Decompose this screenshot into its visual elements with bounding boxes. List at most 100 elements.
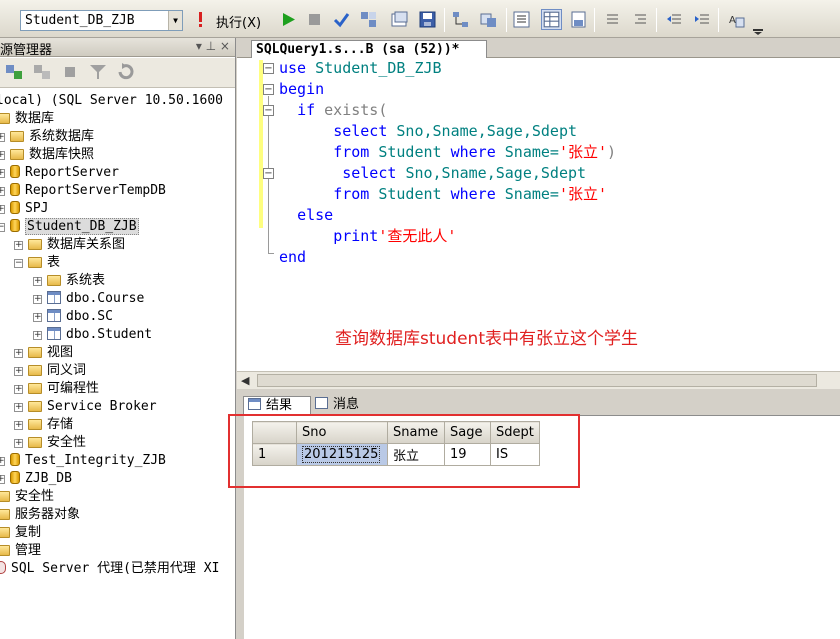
display-plan-icon[interactable] [391, 11, 408, 28]
tree-node[interactable]: SQL Server 代理(已禁用代理 XI [0, 560, 219, 578]
stop-icon[interactable] [60, 63, 80, 81]
tree-node[interactable]: local) (SQL Server 10.50.1600 [0, 92, 223, 110]
toolbar-overflow-icon[interactable] [752, 20, 764, 36]
tree-node-label: 系统数据库 [29, 129, 95, 144]
increase-indent-icon[interactable] [694, 11, 711, 28]
expand-icon[interactable]: + [33, 313, 42, 322]
tree-node[interactable]: + Service Broker [14, 398, 157, 416]
tab-results[interactable]: 结果 [243, 396, 311, 416]
chevron-down-icon[interactable]: ▼ [168, 11, 182, 30]
disconnect-icon[interactable] [32, 63, 52, 81]
folder-icon [0, 113, 10, 124]
keyword-print: print [333, 227, 379, 245]
expand-icon[interactable]: + [33, 331, 42, 340]
code-line-3: if exists( [279, 100, 387, 121]
sql-query-editor[interactable]: − − − − use Student_DB_ZJB begin if exis… [237, 58, 840, 371]
expand-icon[interactable]: + [0, 133, 5, 142]
tree-node[interactable]: + 系统表 [33, 272, 105, 290]
expand-icon[interactable]: + [14, 385, 23, 394]
expand-icon[interactable]: + [0, 475, 5, 484]
save-icon[interactable] [419, 11, 436, 28]
database-icon [10, 165, 20, 178]
collapse-icon[interactable]: − [0, 223, 5, 232]
string-literal: '张立' [558, 185, 608, 203]
tree-node[interactable]: + dbo.Student [33, 326, 152, 344]
tree-node[interactable]: + 可编程性 [14, 380, 99, 398]
tree-node[interactable]: + ReportServerTempDB [0, 182, 166, 200]
expand-icon[interactable]: + [0, 205, 5, 214]
tree-node[interactable]: + dbo.SC [33, 308, 113, 326]
identifier: Sname= [504, 185, 559, 203]
tree-node-label: 数据库关系图 [47, 237, 126, 252]
tree-node[interactable]: + 视图 [14, 344, 73, 362]
tree-node[interactable]: + ZJB_DB [0, 470, 72, 488]
expand-icon[interactable]: + [14, 241, 23, 250]
parse-check-icon[interactable] [333, 11, 350, 28]
tree-node[interactable]: + 系统数据库 [0, 128, 94, 146]
tree-node[interactable]: 数据库 [0, 110, 54, 128]
uncomment-lines-icon[interactable] [632, 11, 649, 28]
comment-lines-icon[interactable] [604, 11, 621, 28]
results-to-text-icon[interactable] [513, 11, 530, 28]
code-line-4: select Sno,Sname,Sage,Sdept [279, 121, 577, 142]
editor-horizontal-scrollbar[interactable]: ◀ [237, 371, 840, 389]
expand-icon[interactable]: + [14, 439, 23, 448]
fold-collapse-icon[interactable]: − [263, 105, 274, 116]
tree-node[interactable]: + 数据库快照 [0, 146, 94, 164]
tree-node[interactable]: − 表 [14, 254, 60, 272]
tree-node[interactable]: + 存储 [14, 416, 73, 434]
refresh-icon[interactable] [116, 63, 136, 81]
query-designer-icon[interactable] [360, 11, 377, 28]
fold-collapse-icon[interactable]: − [263, 84, 274, 95]
tree-node[interactable]: − Student_DB_ZJB [0, 218, 139, 236]
client-statistics-icon[interactable] [480, 11, 497, 28]
specify-values-icon[interactable]: A [728, 11, 745, 28]
connect-icon[interactable] [4, 63, 24, 81]
tab-messages[interactable]: 消息 [311, 396, 371, 416]
exclamation-icon[interactable] [192, 11, 209, 28]
expand-icon[interactable]: + [14, 421, 23, 430]
tree-node[interactable]: + SPJ [0, 200, 48, 218]
tree-node[interactable]: 安全性 [0, 488, 54, 506]
expand-icon[interactable]: + [0, 187, 5, 196]
expand-icon[interactable]: + [0, 457, 5, 466]
tree-node[interactable]: 服务器对象 [0, 506, 80, 524]
panel-window-buttons[interactable]: ▾ ⊥ × [196, 39, 230, 53]
plan-tree-icon[interactable] [452, 11, 469, 28]
collapse-icon[interactable]: − [14, 259, 23, 268]
svg-text:A: A [729, 15, 736, 26]
string-literal: '张立' [558, 143, 608, 161]
expand-icon[interactable]: + [33, 295, 42, 304]
expand-icon[interactable]: + [0, 151, 5, 160]
stop-icon[interactable] [306, 11, 323, 28]
expand-icon[interactable]: + [33, 277, 42, 286]
expand-icon[interactable]: + [14, 367, 23, 376]
execute-button[interactable]: 执行(X) [216, 12, 261, 31]
tree-node[interactable]: 管理 [0, 542, 41, 560]
tree-node-label: 数据库快照 [29, 147, 95, 162]
tree-node[interactable]: + 同义词 [14, 362, 86, 380]
expand-icon[interactable]: + [14, 403, 23, 412]
tree-node[interactable]: + Test_Integrity_ZJB [0, 452, 166, 470]
fold-collapse-icon[interactable]: − [263, 168, 274, 179]
tree-node[interactable]: + dbo.Course [33, 290, 144, 308]
keyword-else: else [297, 206, 334, 224]
expand-icon[interactable]: + [0, 169, 5, 178]
tree-node[interactable]: + 安全性 [14, 434, 86, 452]
expand-icon[interactable]: + [14, 349, 23, 358]
results-to-grid-icon[interactable] [541, 9, 562, 30]
tree-node[interactable]: 复制 [0, 524, 41, 542]
tab-sqlquery1[interactable]: SQLQuery1.s...B (sa (52))* [251, 40, 487, 59]
debug-play-icon[interactable] [280, 11, 297, 28]
scrollbar-thumb[interactable] [257, 374, 817, 387]
database-select[interactable]: Student_DB_ZJB ▼ [20, 10, 183, 31]
tree-node[interactable]: + ReportServer [0, 164, 119, 182]
tree-node[interactable]: + 数据库关系图 [14, 236, 125, 254]
tree-node-label: SPJ [25, 201, 49, 216]
folder-icon [28, 239, 42, 250]
filter-icon[interactable] [88, 63, 108, 81]
results-to-file-icon[interactable] [570, 11, 587, 28]
decrease-indent-icon[interactable] [666, 11, 683, 28]
fold-collapse-icon[interactable]: − [263, 63, 274, 74]
scroll-left-arrow-icon[interactable]: ◀ [241, 374, 249, 387]
